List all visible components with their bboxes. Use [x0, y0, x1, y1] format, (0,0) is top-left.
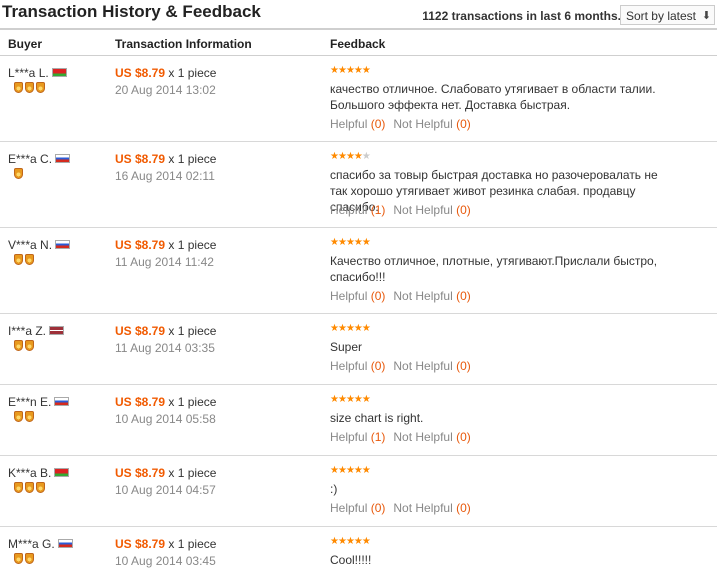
star-rating: ★★★★★: [330, 65, 371, 76]
transaction-price: US $8.79 x 1 piece: [115, 66, 217, 80]
transaction-date: 16 Aug 2014 02:11: [115, 169, 215, 183]
helpful-link[interactable]: Helpful (1): [330, 430, 385, 444]
transaction-date: 10 Aug 2014 04:57: [115, 483, 216, 497]
transaction-date: 20 Aug 2014 13:02: [115, 83, 216, 97]
country-flag-icon: [55, 154, 71, 163]
buyer-name: M***a G.: [8, 537, 73, 551]
medal-icon: [25, 340, 34, 351]
medal-icon: [36, 82, 45, 93]
star-rating: ★★★★★: [330, 394, 371, 405]
transaction-price: US $8.79 x 1 piece: [115, 395, 217, 409]
feedback-row: V***a N. US $8.79 x 1 piece 11 Aug 2014 …: [0, 228, 717, 314]
transaction-price: US $8.79 x 1 piece: [115, 152, 217, 166]
feedback-text: Cool!!!!!: [330, 553, 372, 567]
buyer-level-medals: [14, 254, 36, 268]
transaction-price: US $8.79 x 1 piece: [115, 238, 217, 252]
not-helpful-link[interactable]: Not Helpful (0): [393, 203, 470, 217]
star-rating: ★★★★★: [330, 323, 371, 334]
medal-icon: [14, 82, 23, 93]
not-helpful-link[interactable]: Not Helpful (0): [393, 359, 470, 373]
transaction-date: 10 Aug 2014 03:45: [115, 554, 216, 568]
feedback-text: качество отличное. Слабовато утягивает в…: [330, 82, 656, 112]
medal-icon: [14, 340, 23, 351]
buyer-name: E***a C.: [8, 152, 71, 166]
column-headers: Buyer Transaction Information Feedback: [0, 30, 717, 56]
country-flag-icon: [54, 397, 70, 406]
medal-icon: [25, 553, 34, 564]
country-flag-icon: [51, 68, 67, 77]
buyer-level-medals: [14, 482, 47, 496]
helpful-votes: Helpful (1) Not Helpful (0): [330, 203, 471, 217]
medal-icon: [14, 482, 23, 493]
helpful-link[interactable]: Helpful (0): [330, 501, 385, 515]
buyer-name: E***n E.: [8, 395, 70, 409]
buyer-name: I***a Z.: [8, 324, 65, 338]
arrow-down-icon: ⬇: [701, 10, 711, 22]
transaction-price: US $8.79 x 1 piece: [115, 324, 217, 338]
column-header-buyer: Buyer: [8, 37, 43, 51]
not-helpful-link[interactable]: Not Helpful (0): [393, 430, 470, 444]
helpful-votes: Helpful (1) Not Helpful (0): [330, 430, 471, 444]
buyer-level-medals: [14, 82, 47, 96]
helpful-link[interactable]: Helpful (1): [330, 203, 385, 217]
buyer-level-medals: [14, 340, 36, 354]
star-rating: ★★★★★: [330, 151, 371, 162]
not-helpful-link[interactable]: Not Helpful (0): [393, 117, 470, 131]
country-flag-icon: [54, 468, 70, 477]
medal-icon: [14, 411, 23, 422]
medal-icon: [36, 482, 45, 493]
helpful-link[interactable]: Helpful (0): [330, 117, 385, 131]
feedback-text: Качество отличное, плотные, утягивают.Пр…: [330, 254, 658, 284]
sort-label: Sort by latest: [625, 9, 696, 23]
medal-icon: [25, 482, 34, 493]
helpful-votes: Helpful (0) Not Helpful (0): [330, 501, 471, 515]
buyer-level-medals: [14, 553, 36, 567]
feedback-row: L***a L. US $8.79 x 1 piece 20 Aug 2014 …: [0, 56, 717, 142]
page-title: Transaction History & Feedback: [2, 2, 261, 21]
medal-icon: [25, 411, 34, 422]
transaction-date: 10 Aug 2014 05:58: [115, 412, 216, 426]
feedback-row: K***a B. US $8.79 x 1 piece 10 Aug 2014 …: [0, 456, 717, 527]
transaction-price: US $8.79 x 1 piece: [115, 537, 217, 551]
buyer-name: V***a N.: [8, 238, 71, 252]
feedback-row: M***a G. US $8.79 x 1 piece 10 Aug 2014 …: [0, 527, 717, 577]
medal-icon: [25, 254, 34, 265]
country-flag-icon: [57, 539, 73, 548]
feedback-row: E***n E. US $8.79 x 1 piece 10 Aug 2014 …: [0, 385, 717, 456]
medal-icon: [14, 254, 23, 265]
feedback-row: I***a Z. US $8.79 x 1 piece 11 Aug 2014 …: [0, 314, 717, 385]
country-flag-icon: [49, 326, 65, 335]
transaction-summary: 1122 transactions in last 6 months.: [422, 9, 621, 23]
sort-dropdown[interactable]: Sort by latest ⬇: [619, 5, 715, 25]
transaction-date: 11 Aug 2014 11:42: [115, 255, 214, 269]
buyer-level-medals: [14, 411, 36, 425]
country-flag-icon: [55, 240, 71, 249]
helpful-link[interactable]: Helpful (0): [330, 289, 385, 303]
buyer-name: K***a B.: [8, 466, 70, 480]
buyer-name: L***a L.: [8, 66, 67, 80]
helpful-link[interactable]: Helpful (0): [330, 359, 385, 373]
medal-icon: [14, 553, 23, 564]
helpful-votes: Helpful (0) Not Helpful (0): [330, 289, 471, 303]
helpful-votes: Helpful (0) Not Helpful (0): [330, 359, 471, 373]
star-rating: ★★★★★: [330, 465, 371, 476]
not-helpful-link[interactable]: Not Helpful (0): [393, 289, 470, 303]
column-header-feedback: Feedback: [330, 37, 386, 51]
header-bar: Transaction History & Feedback 1122 tran…: [0, 0, 717, 30]
feedback-row: E***a C. US $8.79 x 1 piece 16 Aug 2014 …: [0, 142, 717, 228]
medal-icon: [25, 82, 34, 93]
column-header-transaction-info: Transaction Information: [115, 37, 252, 51]
transaction-date: 11 Aug 2014 03:35: [115, 341, 215, 355]
transaction-price: US $8.79 x 1 piece: [115, 466, 217, 480]
buyer-level-medals: [14, 168, 25, 182]
star-rating: ★★★★★: [330, 536, 371, 547]
star-rating: ★★★★★: [330, 237, 371, 248]
medal-icon: [14, 168, 23, 179]
feedback-text: :): [330, 482, 338, 496]
feedback-text: Super: [330, 340, 363, 354]
helpful-votes: Helpful (0) Not Helpful (0): [330, 117, 471, 131]
feedback-list: L***a L. US $8.79 x 1 piece 20 Aug 2014 …: [0, 56, 717, 577]
feedback-text: size chart is right.: [330, 411, 424, 425]
not-helpful-link[interactable]: Not Helpful (0): [393, 501, 470, 515]
